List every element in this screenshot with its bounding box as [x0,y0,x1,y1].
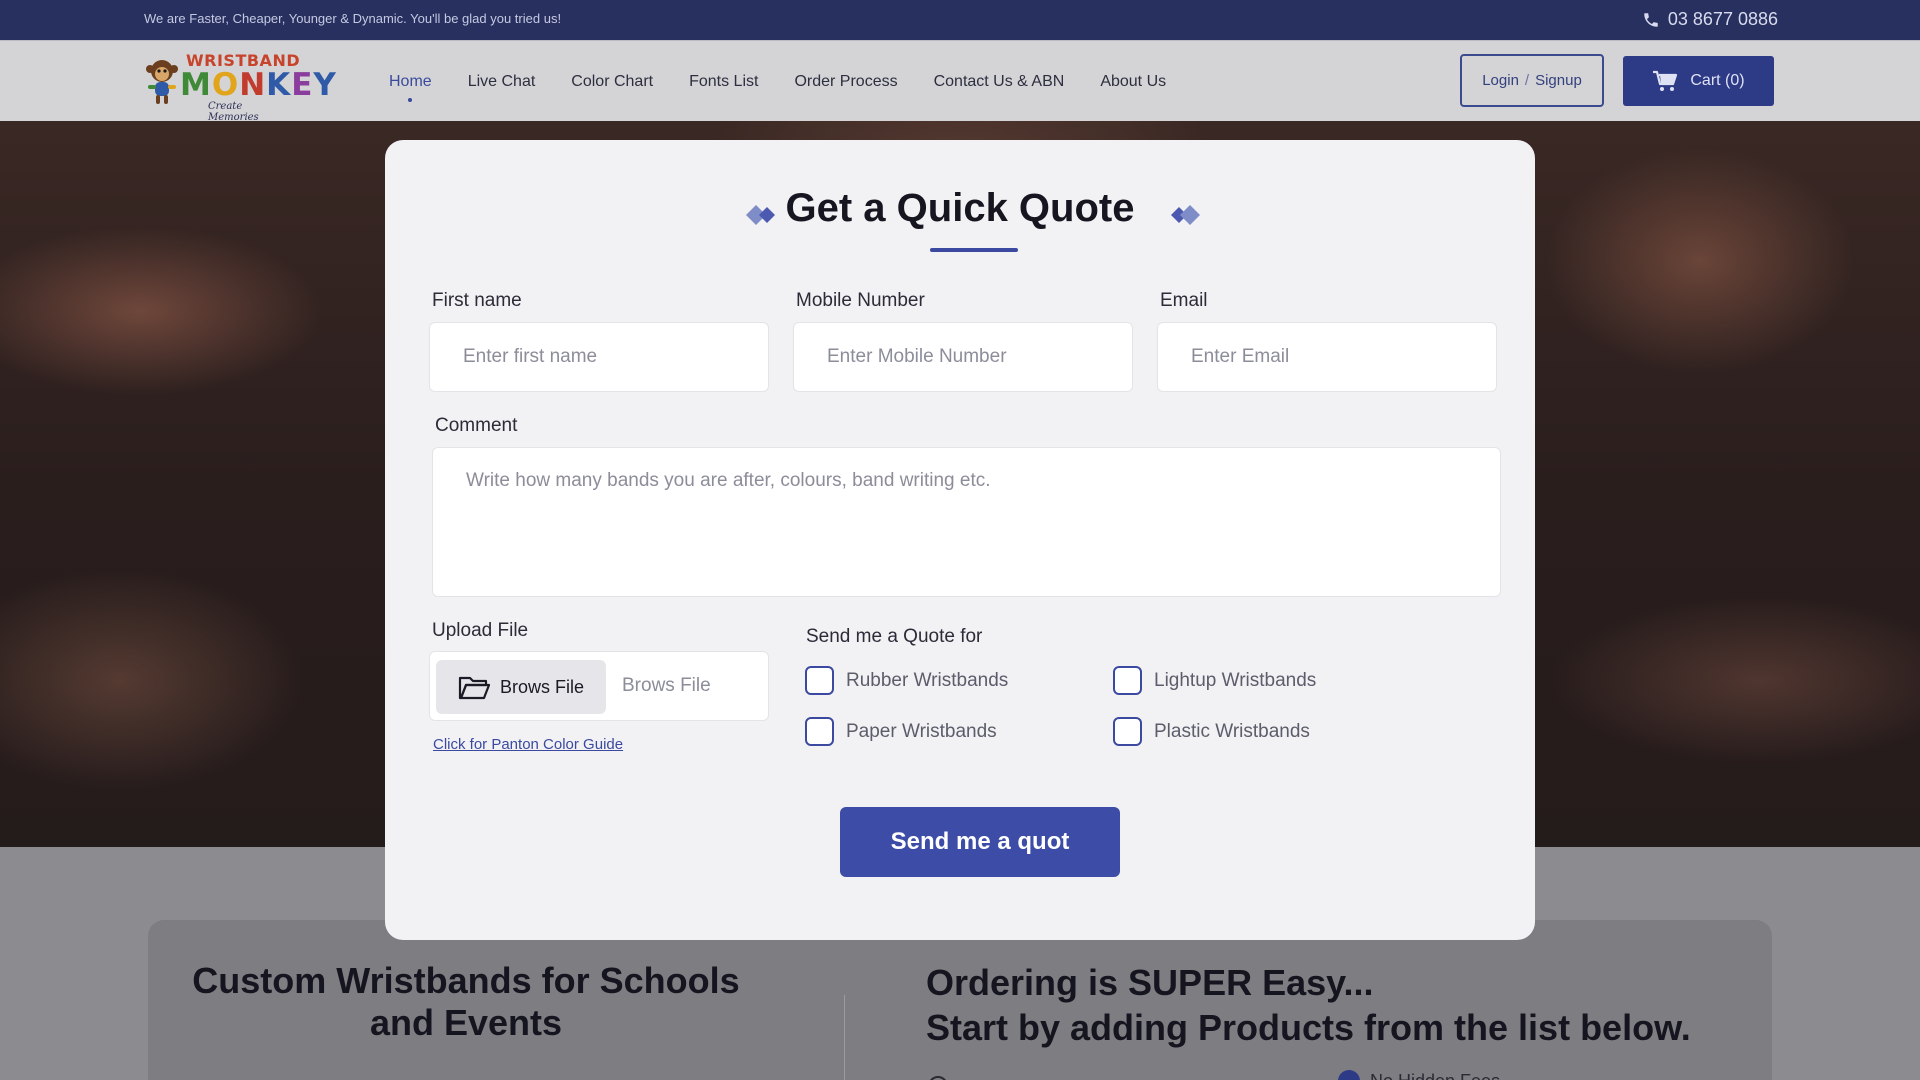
checkbox-box[interactable] [1113,717,1142,746]
monkey-logo-icon [146,60,178,104]
cart-icon [1653,70,1678,91]
selected-file-text: Brows File [622,675,711,696]
comment-label: Comment [435,415,518,436]
schools-events-heading: Custom Wristbands for Schools and Events [192,960,740,1043]
checkbox-label: Lightup Wristbands [1154,669,1317,691]
upload-file-field: Brows File Brows File [429,651,769,721]
logo-tagline: Create Memories [208,101,259,123]
ordering-heading: Ordering is SUPER Easy... Start by addin… [926,960,1746,1050]
mobile-number-placeholder: Enter Mobile Number [827,346,1007,367]
login-separator: / [1524,72,1530,89]
ordering-heading-line2: Start by adding Products from the list b… [926,1007,1691,1048]
nav-color-chart[interactable]: Color Chart [571,73,653,91]
checkbox-label: Paper Wristbands [846,720,997,742]
check-bullet-icon [1338,1070,1360,1080]
quick-quote-card: Get a Quick Quote First name Enter first… [385,140,1535,940]
first-name-placeholder: Enter first name [463,346,598,367]
quote-for-label: Send me a Quote for [806,626,983,647]
phone-link[interactable]: 03 8677 0886 [1642,9,1778,30]
folder-icon [458,676,490,700]
title-underline [930,248,1018,252]
info-divider [844,995,845,1080]
feature-label: No Hidden Fees [1370,1071,1500,1080]
browse-file-button-label: Brows File [499,676,584,697]
email-label: Email [1160,290,1208,311]
checkbox-label: Plastic Wristbands [1154,720,1310,742]
checkbox-box[interactable] [1113,666,1142,695]
diamond-decoration-icon [1171,205,1200,225]
logo[interactable]: WRISTBAND MONKEY Create Memories [142,49,336,123]
checkbox-box[interactable] [805,717,834,746]
logo-wordmark-main: MONKEY [180,67,337,103]
phone-icon [1644,12,1658,27]
cart-label: Cart (0) [1690,72,1745,89]
ordering-heading-line1: Ordering is SUPER Easy... [926,962,1374,1003]
comment-placeholder: Write how many bands you are after, colo… [466,470,991,491]
checkbox-plastic-wristbands[interactable]: Plastic Wristbands [1113,717,1310,746]
first-name-input[interactable]: Enter first name [429,322,769,392]
login-link[interactable]: Login [1482,72,1519,89]
first-name-label: First name [432,290,522,311]
panton-color-guide-link[interactable]: Click for Panton Color Guide [433,736,623,753]
cart-button[interactable]: Cart (0) [1623,56,1774,106]
email-input[interactable]: Enter Email [1157,322,1497,392]
upload-file-label: Upload File [432,620,529,641]
email-placeholder: Enter Email [1191,346,1290,367]
login-signup-button[interactable]: Login / Signup [1460,54,1604,107]
browse-file-button[interactable]: Brows File [436,660,606,714]
nav-home[interactable]: Home [389,73,432,102]
nav-contact-us[interactable]: Contact Us & ABN [934,73,1065,91]
comment-textarea[interactable]: Write how many bands you are after, colo… [432,447,1501,597]
nav-live-chat[interactable]: Live Chat [468,73,536,91]
mobile-number-label: Mobile Number [796,290,925,311]
nav-fonts-list[interactable]: Fonts List [689,73,758,91]
nav-about-us[interactable]: About Us [1100,73,1166,91]
checkbox-lightup-wristbands[interactable]: Lightup Wristbands [1113,666,1316,695]
nav-order-process[interactable]: Order Process [794,73,897,91]
send-quote-button[interactable]: Send me a quot [840,807,1120,877]
quote-title: Get a Quick Quote [785,186,1135,230]
phone-number: 03 8677 0886 [1667,9,1778,29]
site-header: WRISTBAND MONKEY Create Memories Home Li… [0,40,1920,123]
checkbox-box[interactable] [805,666,834,695]
feature-item: No Hidden Fees [1338,1070,1500,1080]
tagline: We are Faster, Cheaper, Younger & Dynami… [144,11,562,26]
main-nav: Home Live Chat Color Chart Fonts List Or… [389,73,1202,102]
mobile-number-input[interactable]: Enter Mobile Number [793,322,1133,392]
checkbox-rubber-wristbands[interactable]: Rubber Wristbands [805,666,1008,695]
signup-link[interactable]: Signup [1535,72,1582,89]
top-bar: We are Faster, Cheaper, Younger & Dynami… [0,0,1920,40]
checkbox-label: Rubber Wristbands [846,669,1009,691]
checkbox-paper-wristbands[interactable]: Paper Wristbands [805,717,997,746]
